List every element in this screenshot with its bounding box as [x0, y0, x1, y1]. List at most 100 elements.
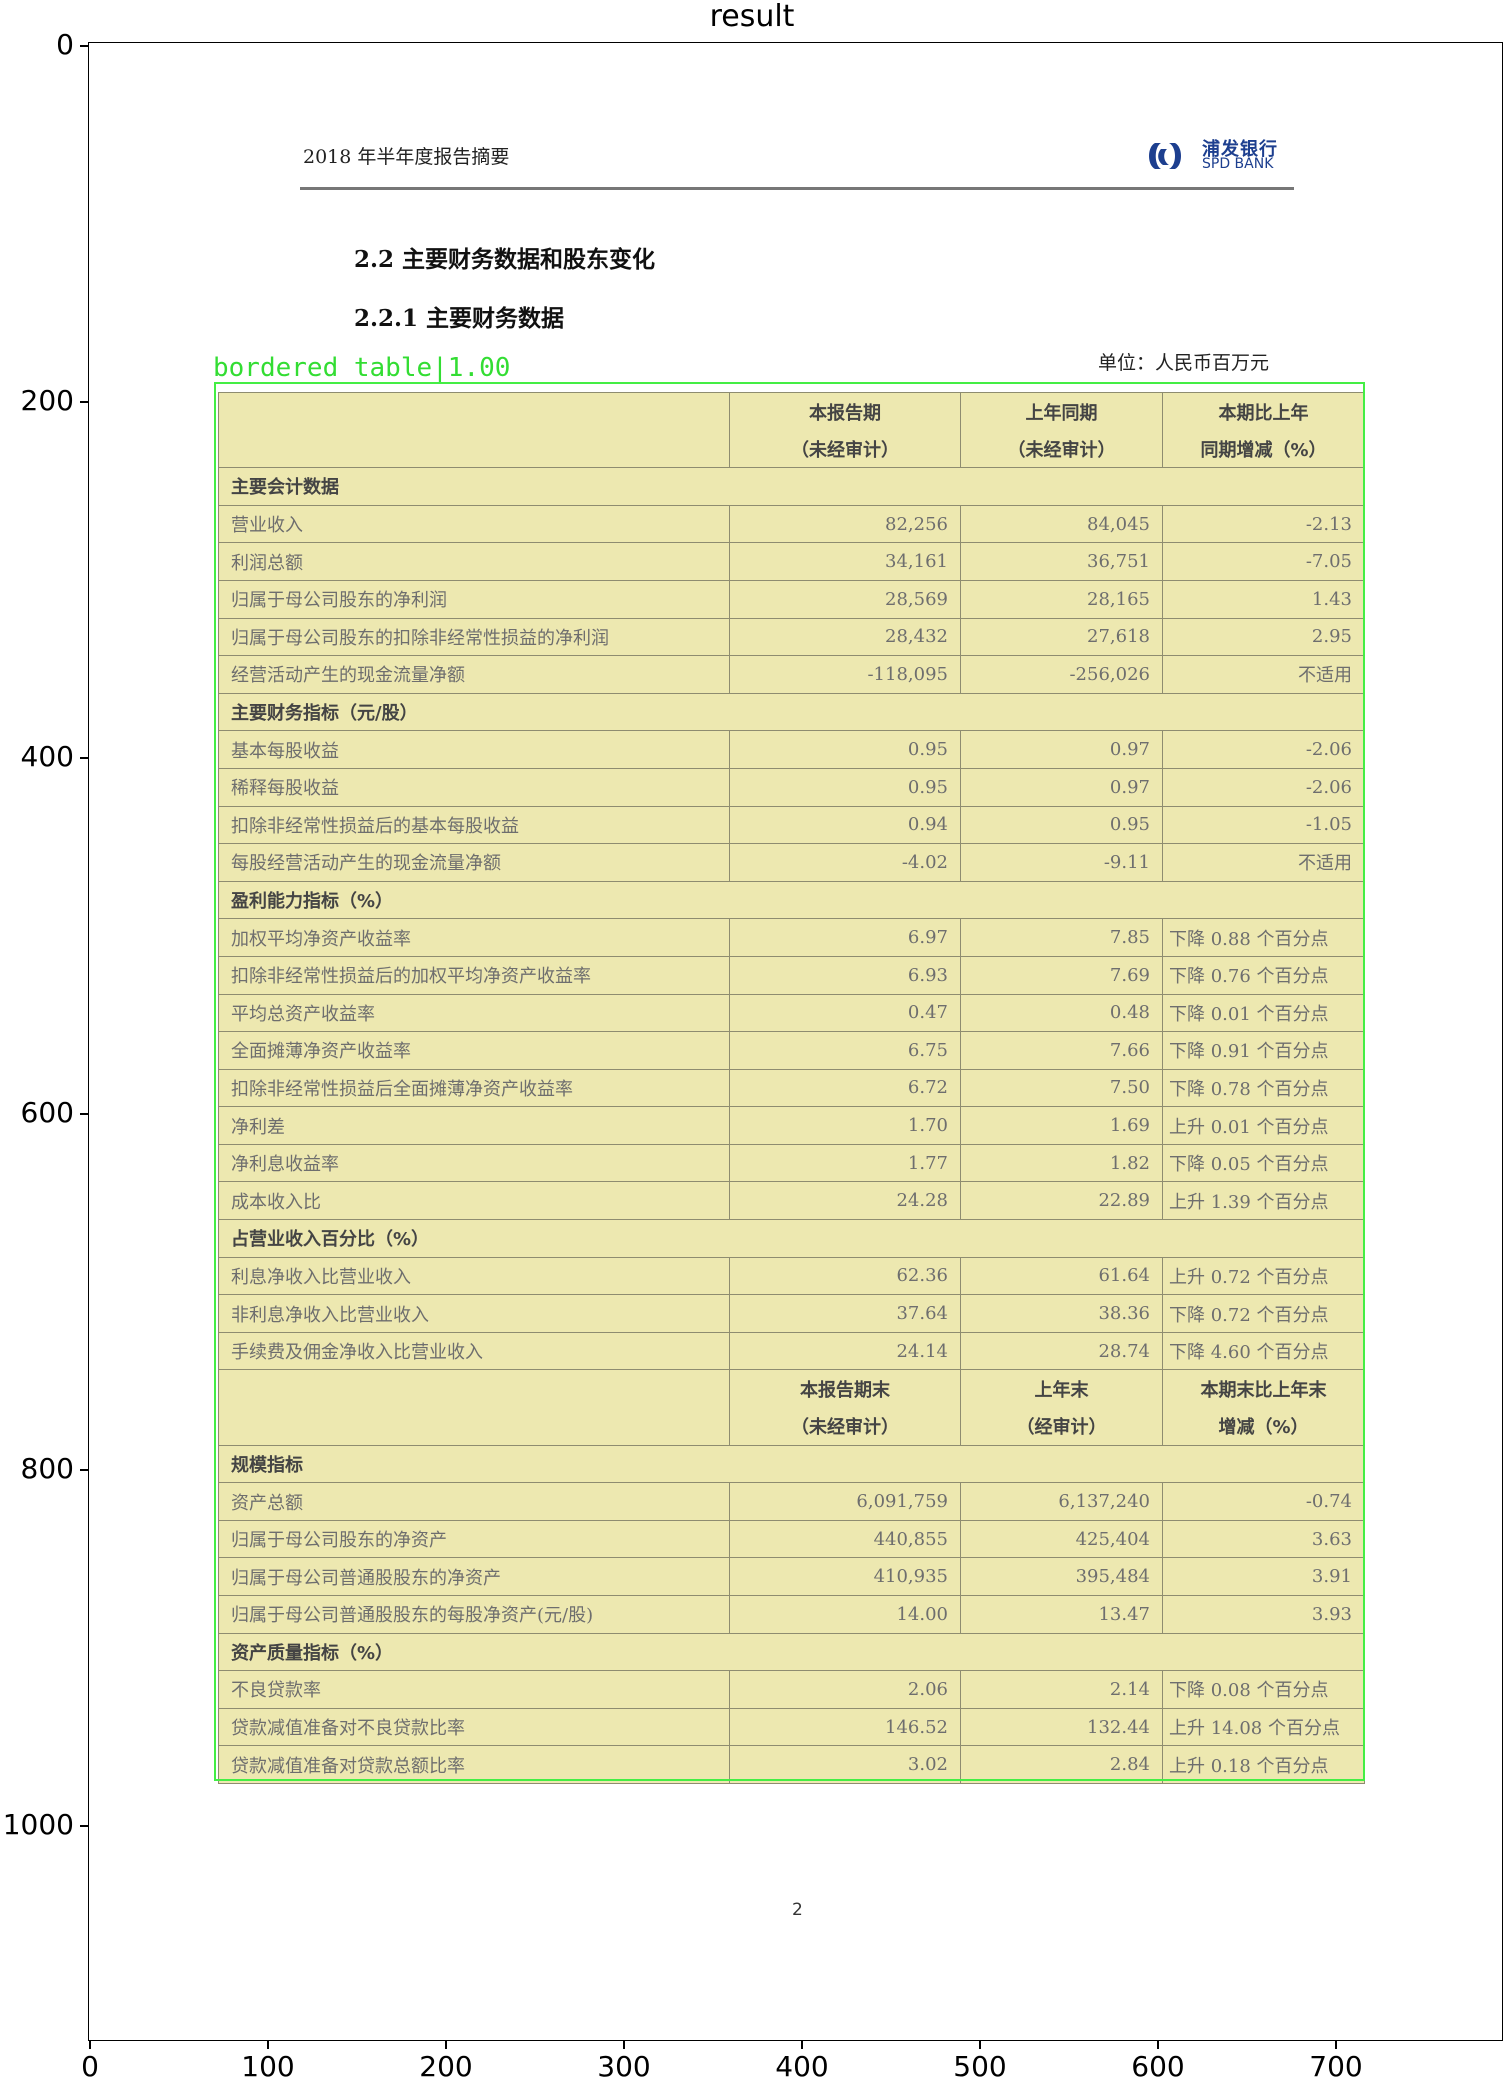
current-value-cell: 28,432	[729, 617, 961, 657]
prior-value-cell: -256,026	[960, 655, 1163, 694]
change-value-cell: 上升 0.01 个百分点	[1162, 1106, 1365, 1145]
section-title-cell: 主要财务指标（元/股）	[218, 692, 1365, 732]
change-value-cell: 2.95	[1162, 617, 1365, 657]
logo-english-text: SPD BANK	[1202, 156, 1274, 172]
current-value-cell: 82,256	[729, 504, 961, 544]
section-row: 主要财务指标（元/股）	[218, 692, 1365, 732]
y-tick-mark	[80, 45, 88, 47]
financial-data-table: 本报告期 上年同期 本期比上年 （未经审计） （未经审计） 同期增减（%） 主要…	[218, 392, 1365, 1784]
prior-value-cell: -9.11	[960, 843, 1163, 882]
section-row: 主要会计数据	[218, 467, 1365, 506]
prior-value-cell: 28.74	[960, 1331, 1163, 1371]
change-value-cell: -1.05	[1162, 805, 1365, 845]
section-title-cell: 盈利能力指标（%）	[218, 880, 1365, 920]
table-row: 每股经营活动产生的现金流量净额 -4.02 -9.11 不适用	[218, 843, 1365, 882]
prior-value-cell: 36,751	[960, 542, 1163, 581]
current-value-cell: 146.52	[729, 1707, 961, 1747]
x-tick-label: 700	[1309, 2050, 1363, 2083]
y-tick-mark	[80, 757, 88, 759]
current-value-cell: 6,091,759	[729, 1482, 961, 1521]
row-label-cell: 归属于母公司普通股股东的每股净资产(元/股)	[218, 1595, 730, 1634]
header-cell-current: （未经审计）	[729, 1407, 961, 1446]
x-tick-label: 400	[775, 2050, 829, 2083]
section-row: 占营业收入百分比（%）	[218, 1219, 1365, 1258]
table-row: 平均总资产收益率 0.47 0.48 下降 0.01 个百分点	[218, 993, 1365, 1033]
x-tick-mark	[979, 2041, 981, 2049]
x-tick-label: 200	[419, 2050, 473, 2083]
x-tick-mark	[267, 2041, 269, 2049]
section-title-cell: 主要会计数据	[218, 467, 1365, 506]
current-value-cell: 24.28	[729, 1181, 961, 1221]
current-value-cell: 37.64	[729, 1294, 961, 1333]
current-value-cell: 6.93	[729, 955, 961, 995]
table-row: 贷款减值准备对不良贷款比率 146.52 132.44 上升 14.08 个百分点	[218, 1707, 1365, 1747]
table-row: 利息净收入比营业收入 62.36 61.64 上升 0.72 个百分点	[218, 1256, 1365, 1296]
current-value-cell: 0.94	[729, 805, 961, 845]
change-value-cell: 不适用	[1162, 655, 1365, 694]
row-label-cell: 加权平均净资产收益率	[218, 918, 730, 957]
prior-value-cell: 28,165	[960, 579, 1163, 619]
prior-value-cell: 425,404	[960, 1519, 1163, 1559]
prior-value-cell: 132.44	[960, 1707, 1163, 1747]
row-label-cell: 利息净收入比营业收入	[218, 1256, 730, 1296]
change-value-cell: 上升 14.08 个百分点	[1162, 1707, 1365, 1747]
header-cell-change-sub: 同期增减（%）	[1162, 430, 1365, 469]
current-value-cell: 3.02	[729, 1745, 961, 1784]
table-row: 经营活动产生的现金流量净额 -118,095 -256,026 不适用	[218, 655, 1365, 694]
current-value-cell: 1.70	[729, 1106, 961, 1145]
section-title-cell: 占营业收入百分比（%）	[218, 1219, 1365, 1258]
prior-value-cell: 0.97	[960, 730, 1163, 769]
report-header-title: 2018 年半年度报告摘要	[303, 146, 510, 168]
x-tick-mark	[89, 2041, 91, 2049]
change-value-cell: 3.93	[1162, 1595, 1365, 1634]
table-row: 成本收入比 24.28 22.89 上升 1.39 个百分点	[218, 1181, 1365, 1221]
current-value-cell: 1.77	[729, 1143, 961, 1183]
row-label-cell: 净利差	[218, 1106, 730, 1145]
section-row: 盈利能力指标（%）	[218, 880, 1365, 920]
table-row: 扣除非经常性损益后的加权平均净资产收益率 6.93 7.69 下降 0.76 个百分点	[218, 955, 1365, 995]
prior-value-cell: 7.69	[960, 955, 1163, 995]
prior-value-cell: 395,484	[960, 1557, 1163, 1596]
section-title: 2.2 主要财务数据和股东变化	[354, 246, 656, 273]
header-cell-change: 本期末比上年末	[1162, 1369, 1365, 1408]
header-cell-empty	[218, 1407, 730, 1446]
figure-title: result	[709, 0, 795, 34]
table-row: 利润总额 34,161 36,751 -7.05	[218, 542, 1365, 581]
spd-bank-logo-icon	[1149, 143, 1181, 169]
x-tick-mark	[445, 2041, 447, 2049]
table-row: 归属于母公司普通股股东的每股净资产(元/股) 14.00 13.47 3.93	[218, 1595, 1365, 1634]
table-row: 手续费及佣金净收入比营业收入 24.14 28.74 下降 4.60 个百分点	[218, 1331, 1365, 1371]
prior-value-cell: 1.82	[960, 1143, 1163, 1183]
row-label-cell: 营业收入	[218, 504, 730, 544]
prior-value-cell: 7.50	[960, 1068, 1163, 1108]
x-tick-mark	[623, 2041, 625, 2049]
y-tick-label: 200	[20, 384, 74, 417]
change-value-cell: -7.05	[1162, 542, 1365, 581]
current-value-cell: 0.47	[729, 993, 961, 1033]
section-row: 资产质量指标（%）	[218, 1632, 1365, 1672]
x-tick-mark	[801, 2041, 803, 2049]
y-tick-label: 0	[56, 28, 74, 61]
row-label-cell: 经营活动产生的现金流量净额	[218, 655, 730, 694]
y-tick-label: 400	[20, 740, 74, 773]
change-value-cell: 1.43	[1162, 579, 1365, 619]
current-value-cell: 0.95	[729, 730, 961, 769]
header-cell-prior-sub: （未经审计）	[960, 430, 1163, 469]
page-number: 2	[792, 1900, 803, 1920]
change-value-cell: 上升 0.18 个百分点	[1162, 1745, 1365, 1784]
row-label-cell: 扣除非经常性损益后的加权平均净资产收益率	[218, 955, 730, 995]
x-tick-label: 100	[241, 2050, 295, 2083]
prior-value-cell: 27,618	[960, 617, 1163, 657]
row-label-cell: 资产总额	[218, 1482, 730, 1521]
change-value-cell: 下降 4.60 个百分点	[1162, 1331, 1365, 1371]
row-label-cell: 非利息净收入比营业收入	[218, 1294, 730, 1333]
current-value-cell: -118,095	[729, 655, 961, 694]
prior-value-cell: 0.97	[960, 767, 1163, 807]
change-value-cell: 3.63	[1162, 1519, 1365, 1559]
y-tick-label: 600	[20, 1096, 74, 1129]
table-row: 归属于母公司普通股股东的净资产 410,935 395,484 3.91	[218, 1557, 1365, 1596]
row-label-cell: 基本每股收益	[218, 730, 730, 769]
current-value-cell: 62.36	[729, 1256, 961, 1296]
prior-value-cell: 13.47	[960, 1595, 1163, 1634]
change-value-cell: 下降 0.08 个百分点	[1162, 1670, 1365, 1709]
